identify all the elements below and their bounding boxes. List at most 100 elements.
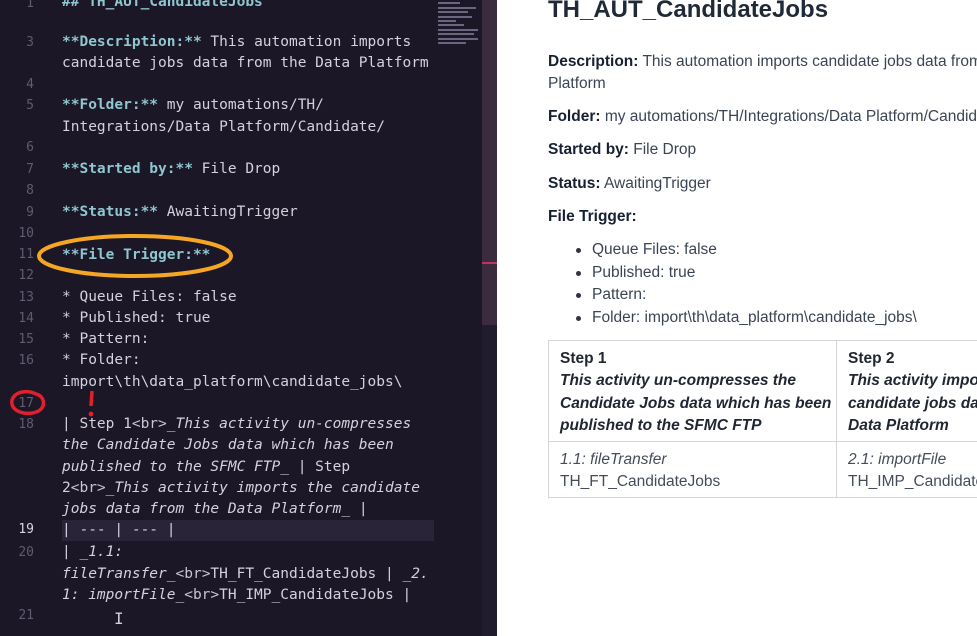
- markdown-preview: TH_AUT_CandidateJobs Description: This a…: [497, 0, 977, 636]
- line-number-gutter: 1 3 4 5 6 7 8 9 10 11 12 13 14 15 16 17 …: [0, 0, 52, 636]
- bold-label: **Description:**: [62, 34, 202, 50]
- vertical-scrollbar-thumb[interactable]: [482, 0, 497, 325]
- code-line-wrap: published to the SFMC FTP_ | Step: [62, 457, 350, 478]
- line-text: my automations/TH/: [158, 97, 324, 113]
- line-number: 9: [26, 205, 34, 220]
- exclamation-dot: [88, 411, 94, 417]
- minimap-line: [438, 2, 460, 4]
- line-number: 16: [18, 353, 34, 368]
- italic-text: _This activity imports the candidate: [105, 480, 420, 496]
- line-number: 21: [18, 608, 34, 623]
- code-line-wrap: the Candidate Jobs data which has been: [62, 435, 394, 456]
- step2-title: Step 2: [848, 350, 895, 367]
- bullet-item: Published: true: [592, 264, 696, 281]
- line-text: AwaitingTrigger: [158, 204, 298, 220]
- description-text: This automation imports candidate jobs d…: [638, 53, 977, 70]
- started-by-line: Started by: File Drop: [548, 139, 696, 161]
- line-number: 7: [26, 162, 34, 177]
- minimap-line: [438, 38, 478, 40]
- italic-text: _This activity un-compresses: [166, 416, 412, 432]
- markdown-editor[interactable]: 1 3 4 5 6 7 8 9 10 11 12 13 14 15 16 17 …: [0, 0, 497, 636]
- bullet-item: Pattern:: [592, 286, 647, 303]
- table-header-cell-step2: Step 2 This activity impo candidate jobs…: [836, 340, 977, 442]
- description-line: Description: This automation imports can…: [548, 51, 977, 73]
- activity2-label: 2.1: importFile: [848, 451, 947, 468]
- heading-text: ## TH_AUT_CandidateJobs: [62, 0, 263, 10]
- folder-text: my automations/TH/Integrations/Data Plat…: [600, 108, 977, 125]
- code-line-bullet: * Pattern:: [62, 331, 150, 347]
- minimap-line: [438, 33, 474, 35]
- line-number: 15: [18, 332, 34, 347]
- line-text: | Step: [288, 459, 351, 475]
- code-line-status: **Status:** AwaitingTrigger: [62, 202, 298, 223]
- text-cursor-icon: I: [114, 609, 124, 628]
- line-number: 8: [26, 183, 34, 198]
- italic-text: published to the SFMC FTP_: [62, 459, 289, 475]
- line-text: |: [62, 544, 80, 560]
- folder-label: Folder:: [548, 108, 601, 125]
- steps-table: Step 1 This activity un-compresses the C…: [548, 340, 977, 498]
- line-text: File Drop: [192, 161, 281, 177]
- minimap-line: [438, 29, 478, 31]
- step1-desc-line: Candidate Jobs data which has been: [560, 394, 832, 412]
- bullet-dot: [576, 248, 581, 253]
- started-by-text: File Drop: [628, 141, 697, 158]
- minimap-line: [438, 24, 464, 26]
- table-cell-activity2: 2.1: importFile TH_IMP_CandidateJ: [836, 441, 977, 498]
- status-text: AwaitingTrigger: [600, 175, 711, 192]
- line-number: 12: [18, 268, 34, 283]
- folder-line: Folder: my automations/TH/Integrations/D…: [548, 106, 977, 128]
- step2-desc-line: Data Platform: [848, 417, 949, 434]
- activity1-value: TH_FT_CandidateJobs: [560, 473, 721, 490]
- line-number: 14: [18, 311, 34, 326]
- italic-text: _1.1:: [79, 544, 124, 560]
- bullet-dot: [576, 293, 581, 298]
- italic-text: _2.: [402, 566, 429, 582]
- code-line-wrap: jobs data from the Data Platform_ |: [62, 499, 368, 520]
- bullet-dot: [576, 271, 581, 276]
- bullet-item: Folder: import\th\data_platform\candidat…: [592, 309, 917, 326]
- italic-text: 1: importFile_: [62, 587, 185, 603]
- line-number: 1: [26, 0, 34, 11]
- table-cell-activity1: 1.1: fileTransfer TH_FT_CandidateJobs: [548, 441, 837, 498]
- br-tag: <br>: [175, 566, 211, 582]
- description-label: Description:: [548, 53, 639, 70]
- code-line-started-by: **Started by:** File Drop: [62, 159, 280, 180]
- step1-desc-line: published to the SFMC FTP: [560, 417, 762, 434]
- code-area[interactable]: ## TH_AUT_CandidateJobs **Description:**…: [62, 0, 434, 636]
- description-line-wrap: Platform: [548, 75, 606, 92]
- line-number-active: 19: [18, 522, 34, 537]
- bullet-dot: [576, 316, 581, 321]
- minimap[interactable]: [436, 0, 482, 60]
- activity2-value: TH_IMP_CandidateJ: [848, 473, 977, 490]
- minimap-line: [438, 42, 466, 44]
- code-line-bullet: * Queue Files: false: [62, 289, 237, 305]
- code-line-table-separator: | --- | --- |: [62, 522, 176, 538]
- code-line-wrap: fileTransfer_<br>TH_FT_CandidateJobs | _…: [62, 564, 429, 585]
- code-line-wrap: 1: importFile_<br>TH_IMP_CandidateJobs |: [62, 585, 411, 606]
- line-number: 5: [26, 98, 34, 113]
- file-trigger-label: File Trigger:: [548, 208, 637, 225]
- line-number: 13: [18, 290, 34, 305]
- bold-label: **Status:**: [62, 204, 159, 220]
- minimap-line: [438, 16, 472, 18]
- line-number: 10: [18, 226, 34, 241]
- italic-text: the Candidate Jobs data which has been: [62, 437, 394, 453]
- red-annotation: [10, 389, 94, 417]
- exclamation-stroke: [89, 390, 94, 407]
- file-trigger-heading: File Trigger:: [548, 206, 637, 228]
- page-title: TH_AUT_CandidateJobs: [548, 0, 829, 23]
- orange-annotation-ellipse: [37, 234, 233, 278]
- line-text: 2: [62, 480, 71, 496]
- code-line-folder: **Folder:** my automations/TH/: [62, 95, 324, 116]
- line-text: TH_FT_CandidateJobs |: [210, 566, 403, 582]
- italic-text: jobs data from the Data Platform_: [62, 501, 351, 517]
- bold-label: **Folder:**: [62, 97, 159, 113]
- line-number: 3: [26, 35, 34, 50]
- line-number: 11: [18, 247, 34, 262]
- step1-title: Step 1: [560, 350, 607, 367]
- status-line: Status: AwaitingTrigger: [548, 173, 711, 195]
- line-number: 6: [26, 140, 34, 155]
- code-line-table-row: | _1.1:: [62, 542, 123, 563]
- italic-text: fileTransfer_: [62, 566, 176, 582]
